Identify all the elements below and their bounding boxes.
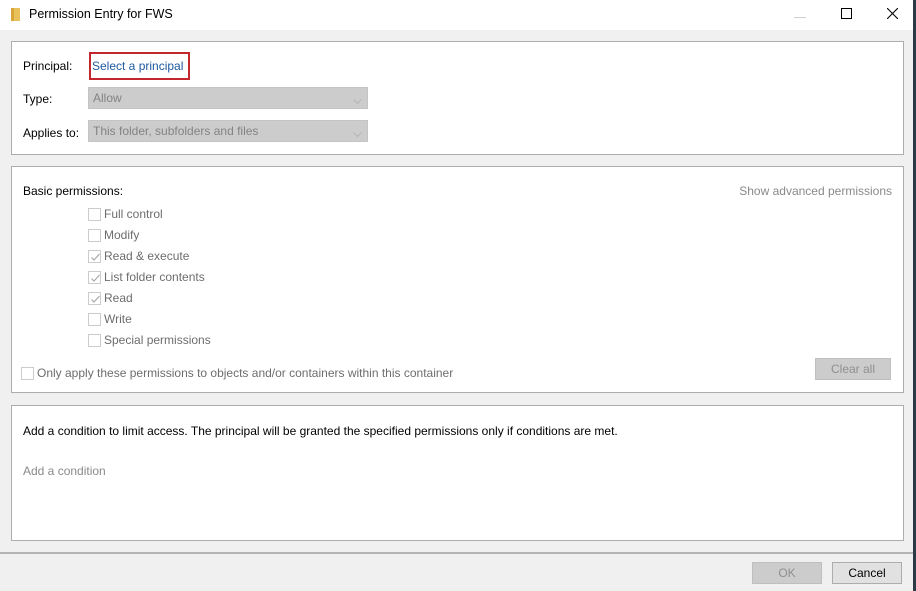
type-select[interactable]: Allow: [88, 87, 368, 109]
permission-checkbox[interactable]: [88, 207, 101, 221]
only-apply-label: Only apply these permissions to objects …: [37, 366, 454, 380]
checkmark-icon: [91, 295, 100, 303]
maximize-icon: [840, 8, 852, 22]
principal-label: Principal:: [23, 59, 73, 73]
minimize-button[interactable]: [777, 0, 823, 30]
permission-label: Read: [104, 291, 133, 305]
permission-label: Read & execute: [104, 249, 190, 263]
permission-label: Write: [104, 312, 132, 326]
chevron-down-icon: [353, 127, 362, 138]
permission-item[interactable]: Write: [88, 311, 132, 327]
select-principal-link[interactable]: Select a principal: [92, 59, 183, 73]
show-advanced-permissions-link[interactable]: Show advanced permissions: [739, 184, 892, 198]
permission-item[interactable]: List folder contents: [88, 269, 205, 285]
permission-label: List folder contents: [104, 270, 205, 284]
permission-checkbox[interactable]: [88, 333, 101, 347]
permission-item[interactable]: Full control: [88, 206, 163, 222]
permission-checkbox[interactable]: [88, 228, 101, 242]
principal-group: Principal: Select a principal Type: Allo…: [11, 41, 904, 155]
type-value: Allow: [93, 91, 122, 105]
footer-divider: [0, 552, 913, 554]
permission-item[interactable]: Modify: [88, 227, 139, 243]
add-condition-link[interactable]: Add a condition: [23, 464, 106, 478]
title-bar: Permission Entry for FWS: [0, 0, 916, 30]
folder-icon: [11, 8, 20, 21]
maximize-button[interactable]: [823, 0, 869, 30]
applies-to-select[interactable]: This folder, subfolders and files: [88, 120, 368, 142]
permission-label: Modify: [104, 228, 140, 242]
applies-to-value: This folder, subfolders and files: [93, 124, 259, 138]
permission-checkbox[interactable]: [88, 291, 101, 305]
only-apply-checkbox[interactable]: [21, 366, 34, 380]
permission-label: Special permissions: [104, 333, 211, 347]
checkmark-icon: [91, 274, 100, 282]
permission-checkbox[interactable]: [88, 270, 101, 284]
ok-button[interactable]: OK: [752, 562, 822, 584]
chevron-down-icon: [353, 94, 362, 105]
window-title: Permission Entry for FWS: [29, 7, 173, 21]
clear-all-button[interactable]: Clear all: [815, 358, 891, 380]
basic-permissions-heading: Basic permissions:: [23, 184, 124, 198]
only-apply-checkbox-row[interactable]: Only apply these permissions to objects …: [21, 365, 453, 381]
permission-checkbox[interactable]: [88, 249, 101, 263]
permissions-group: Basic permissions: Show advanced permiss…: [11, 166, 904, 393]
close-button[interactable]: [869, 0, 915, 30]
minimize-icon: [794, 8, 806, 22]
condition-description: Add a condition to limit access. The pri…: [23, 424, 618, 438]
permission-checkbox[interactable]: [88, 312, 101, 326]
permission-item[interactable]: Read: [88, 290, 133, 306]
permission-item[interactable]: Read & execute: [88, 248, 189, 264]
checkmark-icon: [91, 253, 100, 261]
type-label: Type:: [23, 92, 53, 106]
close-icon: [886, 7, 898, 22]
applies-to-label: Applies to:: [23, 126, 80, 140]
cancel-button[interactable]: Cancel: [832, 562, 902, 584]
permission-label: Full control: [104, 207, 163, 221]
condition-group: Add a condition to limit access. The pri…: [11, 405, 904, 541]
permission-item[interactable]: Special permissions: [88, 332, 211, 348]
